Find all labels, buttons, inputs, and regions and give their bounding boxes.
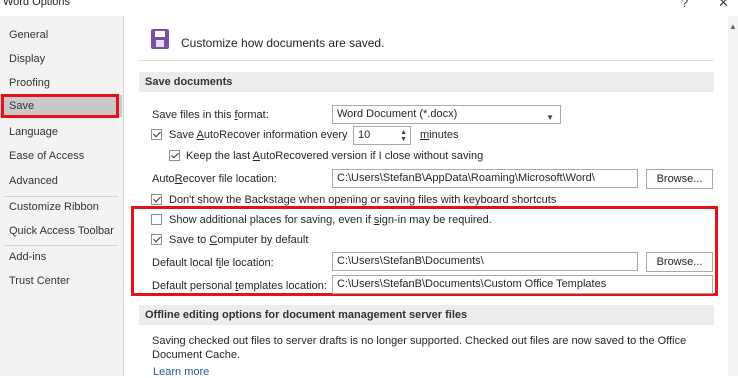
sidebar-item-general[interactable]: General <box>0 24 122 46</box>
section-header-offline-editing: Offline editing options for document man… <box>139 305 714 325</box>
minutes-label: minutes <box>420 129 459 141</box>
sidebar-item-add-ins[interactable]: Add-ins <box>0 246 122 268</box>
autorecover-location-field[interactable]: C:\Users\StefanB\AppData\Roaming\Microso… <box>332 169 638 188</box>
keep-last-checkbox[interactable] <box>169 150 180 161</box>
sidebar-item-trust-center[interactable]: Trust Center <box>0 270 122 292</box>
default-local-label: Default local file location: <box>152 257 274 269</box>
sidebar-item-advanced[interactable]: Advanced <box>0 170 122 192</box>
browse-autorecover-button[interactable]: Browse... <box>646 169 713 189</box>
offline-info-line-1: Saving checked out files to server draft… <box>152 335 687 347</box>
templates-location-field[interactable]: C:\Users\StefanB\Documents\Custom Office… <box>332 275 713 294</box>
spin-up-icon[interactable]: ▲ <box>400 129 407 136</box>
format-value: Word Document (*.docx) <box>337 108 458 120</box>
additional-places-checkbox[interactable] <box>151 214 162 225</box>
offline-info-line-2: Document Cache. <box>152 349 241 361</box>
backstage-label: Don't show the Backstage when opening or… <box>169 194 557 206</box>
scroll-up-icon[interactable]: ▲ <box>729 22 737 31</box>
browse-local-button[interactable]: Browse... <box>646 252 713 272</box>
save-to-computer-label: Save to Computer by default <box>169 234 309 246</box>
sidebar-item-customize-ribbon[interactable]: Customize Ribbon <box>0 196 122 218</box>
close-button[interactable]: ✕ <box>718 0 729 11</box>
save-to-computer-checkbox[interactable] <box>151 234 162 245</box>
format-dropdown[interactable]: Word Document (*.docx) ▼ <box>332 105 561 124</box>
autorecover-label: Save AutoRecover information every <box>169 129 348 141</box>
templates-location-label: Default personal templates location: <box>152 280 327 292</box>
learn-more-link[interactable]: Learn more <box>153 366 209 378</box>
sidebar-item-quick-access-toolbar[interactable]: Quick Access Toolbar <box>0 220 122 242</box>
autorecover-minutes-value: 10 <box>358 129 371 141</box>
autorecover-location-label: AutoRecover file location: <box>152 173 277 185</box>
section-header-save-documents: Save documents <box>139 72 714 92</box>
options-sidebar: General Display Proofing Save Language E… <box>0 16 124 376</box>
autorecover-checkbox[interactable] <box>151 129 162 140</box>
spin-down-icon[interactable]: ▼ <box>400 136 407 143</box>
format-label: Save files in this format: <box>152 109 269 121</box>
save-highlight-box <box>1 94 119 118</box>
sidebar-item-proofing[interactable]: Proofing <box>0 72 122 94</box>
vertical-scrollbar[interactable]: ▲ <box>728 16 738 376</box>
save-disk-icon <box>151 29 169 49</box>
autorecover-minutes-stepper[interactable]: 10 ▲ ▼ <box>353 126 411 145</box>
sidebar-item-display[interactable]: Display <box>0 48 122 70</box>
help-button[interactable]: ? <box>681 0 688 10</box>
backstage-checkbox[interactable] <box>151 194 162 205</box>
title-bar: Word Options ? ✕ <box>0 0 738 12</box>
additional-places-label: Show additional places for saving, even … <box>169 214 492 226</box>
page-heading: Customize how documents are saved. <box>181 36 385 50</box>
sidebar-item-language[interactable]: Language <box>0 121 122 143</box>
sidebar-item-ease-of-access[interactable]: Ease of Access <box>0 145 122 167</box>
chevron-down-icon: ▼ <box>546 113 554 122</box>
window-title: Word Options <box>3 0 71 8</box>
keep-last-label: Keep the last AutoRecovered version if I… <box>186 150 484 162</box>
header-divider <box>139 60 714 61</box>
default-local-field[interactable]: C:\Users\StefanB\Documents\ <box>332 252 638 271</box>
